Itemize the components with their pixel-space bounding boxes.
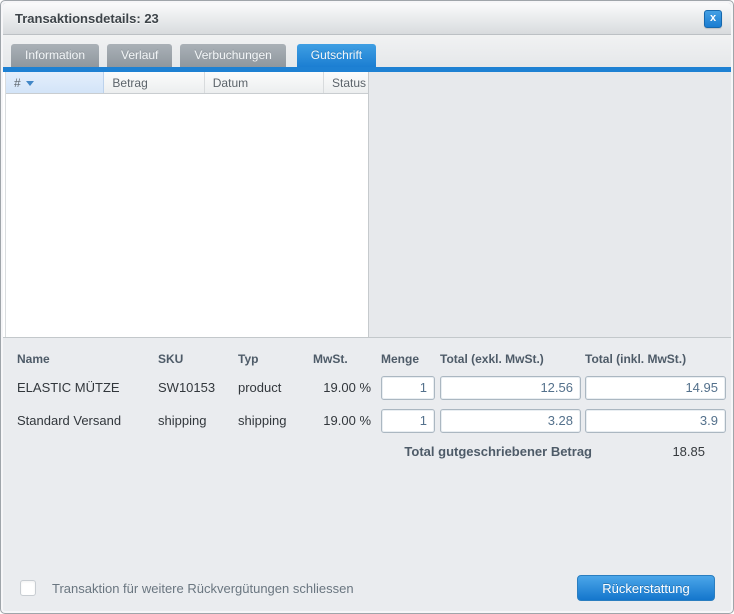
window-title: Transaktionsdetails: 23 — [15, 11, 159, 26]
tab-verbuchungen[interactable]: Verbuchungen — [180, 44, 285, 67]
total-credited-value: 18.85 — [592, 444, 705, 459]
position-sku: shipping — [158, 413, 238, 428]
window-titlebar: Transaktionsdetails: 23 x — [3, 3, 731, 35]
quantity-input[interactable] — [381, 376, 435, 400]
position-name: ELASTIC MÜTZE — [17, 380, 158, 395]
header-name: Name — [17, 352, 158, 366]
close-button[interactable]: x — [704, 10, 722, 28]
column-header-betrag[interactable]: Betrag — [104, 72, 204, 93]
position-mwst: 19.00 % — [313, 380, 371, 395]
header-mwst: MwSt. — [313, 352, 371, 366]
quantity-input[interactable] — [381, 409, 435, 433]
header-total-exkl: Total (exkl. MwSt.) — [440, 352, 581, 366]
column-header-number-label: # — [14, 76, 21, 90]
column-header-status-label: Status — [332, 76, 366, 90]
total-excl-vat-input[interactable] — [440, 376, 581, 400]
sort-desc-icon — [26, 81, 34, 86]
credits-grid-body-empty — [6, 94, 368, 337]
credit-detail-panel-empty — [369, 72, 731, 337]
tab-information[interactable]: Information — [11, 44, 99, 67]
total-incl-vat-input[interactable] — [585, 409, 726, 433]
refund-button[interactable]: Rückerstattung — [577, 575, 715, 601]
total-row: Total gutgeschriebener Betrag 18.85 — [3, 444, 731, 459]
total-excl-vat-input[interactable] — [440, 409, 581, 433]
header-menge: Menge — [381, 352, 435, 366]
position-row-shipping: Standard Versand shipping shipping 19.00… — [3, 407, 731, 434]
column-header-status[interactable]: Status — [324, 72, 368, 93]
position-row-product: ELASTIC MÜTZE SW10153 product 19.00 % — [3, 374, 731, 401]
position-typ: product — [238, 380, 313, 395]
credits-grid-header: # Betrag Datum Status — [6, 72, 368, 94]
header-typ: Typ — [238, 352, 313, 366]
column-header-number[interactable]: # — [6, 72, 104, 93]
transaction-details-window: Transaktionsdetails: 23 x Information Ve… — [0, 0, 734, 614]
close-transaction-label: Transaktion für weitere Rückvergütungen … — [52, 581, 354, 596]
credits-grid: # Betrag Datum Status — [5, 72, 369, 337]
position-mwst: 19.00 % — [313, 413, 371, 428]
tab-gutschrift[interactable]: Gutschrift — [297, 44, 376, 67]
footer-toolbar: Transaktion für weitere Rückvergütungen … — [3, 575, 731, 601]
tab-bar: Information Verlauf Verbuchungen Gutschr… — [3, 35, 731, 72]
refund-positions-section: Name SKU Typ MwSt. Menge Total (exkl. Mw… — [3, 338, 731, 611]
gutschrift-panel: # Betrag Datum Status — [3, 72, 731, 338]
column-header-betrag-label: Betrag — [112, 76, 147, 90]
active-tab-strip — [3, 67, 731, 72]
close-transaction-checkbox[interactable] — [20, 580, 36, 596]
header-sku: SKU — [158, 352, 238, 366]
header-total-inkl: Total (inkl. MwSt.) — [585, 352, 726, 366]
total-incl-vat-input[interactable] — [585, 376, 726, 400]
tab-verlauf[interactable]: Verlauf — [107, 44, 172, 67]
total-credited-label: Total gutgeschriebener Betrag — [404, 444, 592, 459]
positions-table-header: Name SKU Typ MwSt. Menge Total (exkl. Mw… — [3, 350, 731, 368]
position-sku: SW10153 — [158, 380, 238, 395]
position-typ: shipping — [238, 413, 313, 428]
position-name: Standard Versand — [17, 413, 158, 428]
column-header-datum-label: Datum — [213, 76, 248, 90]
column-header-datum[interactable]: Datum — [205, 72, 324, 93]
